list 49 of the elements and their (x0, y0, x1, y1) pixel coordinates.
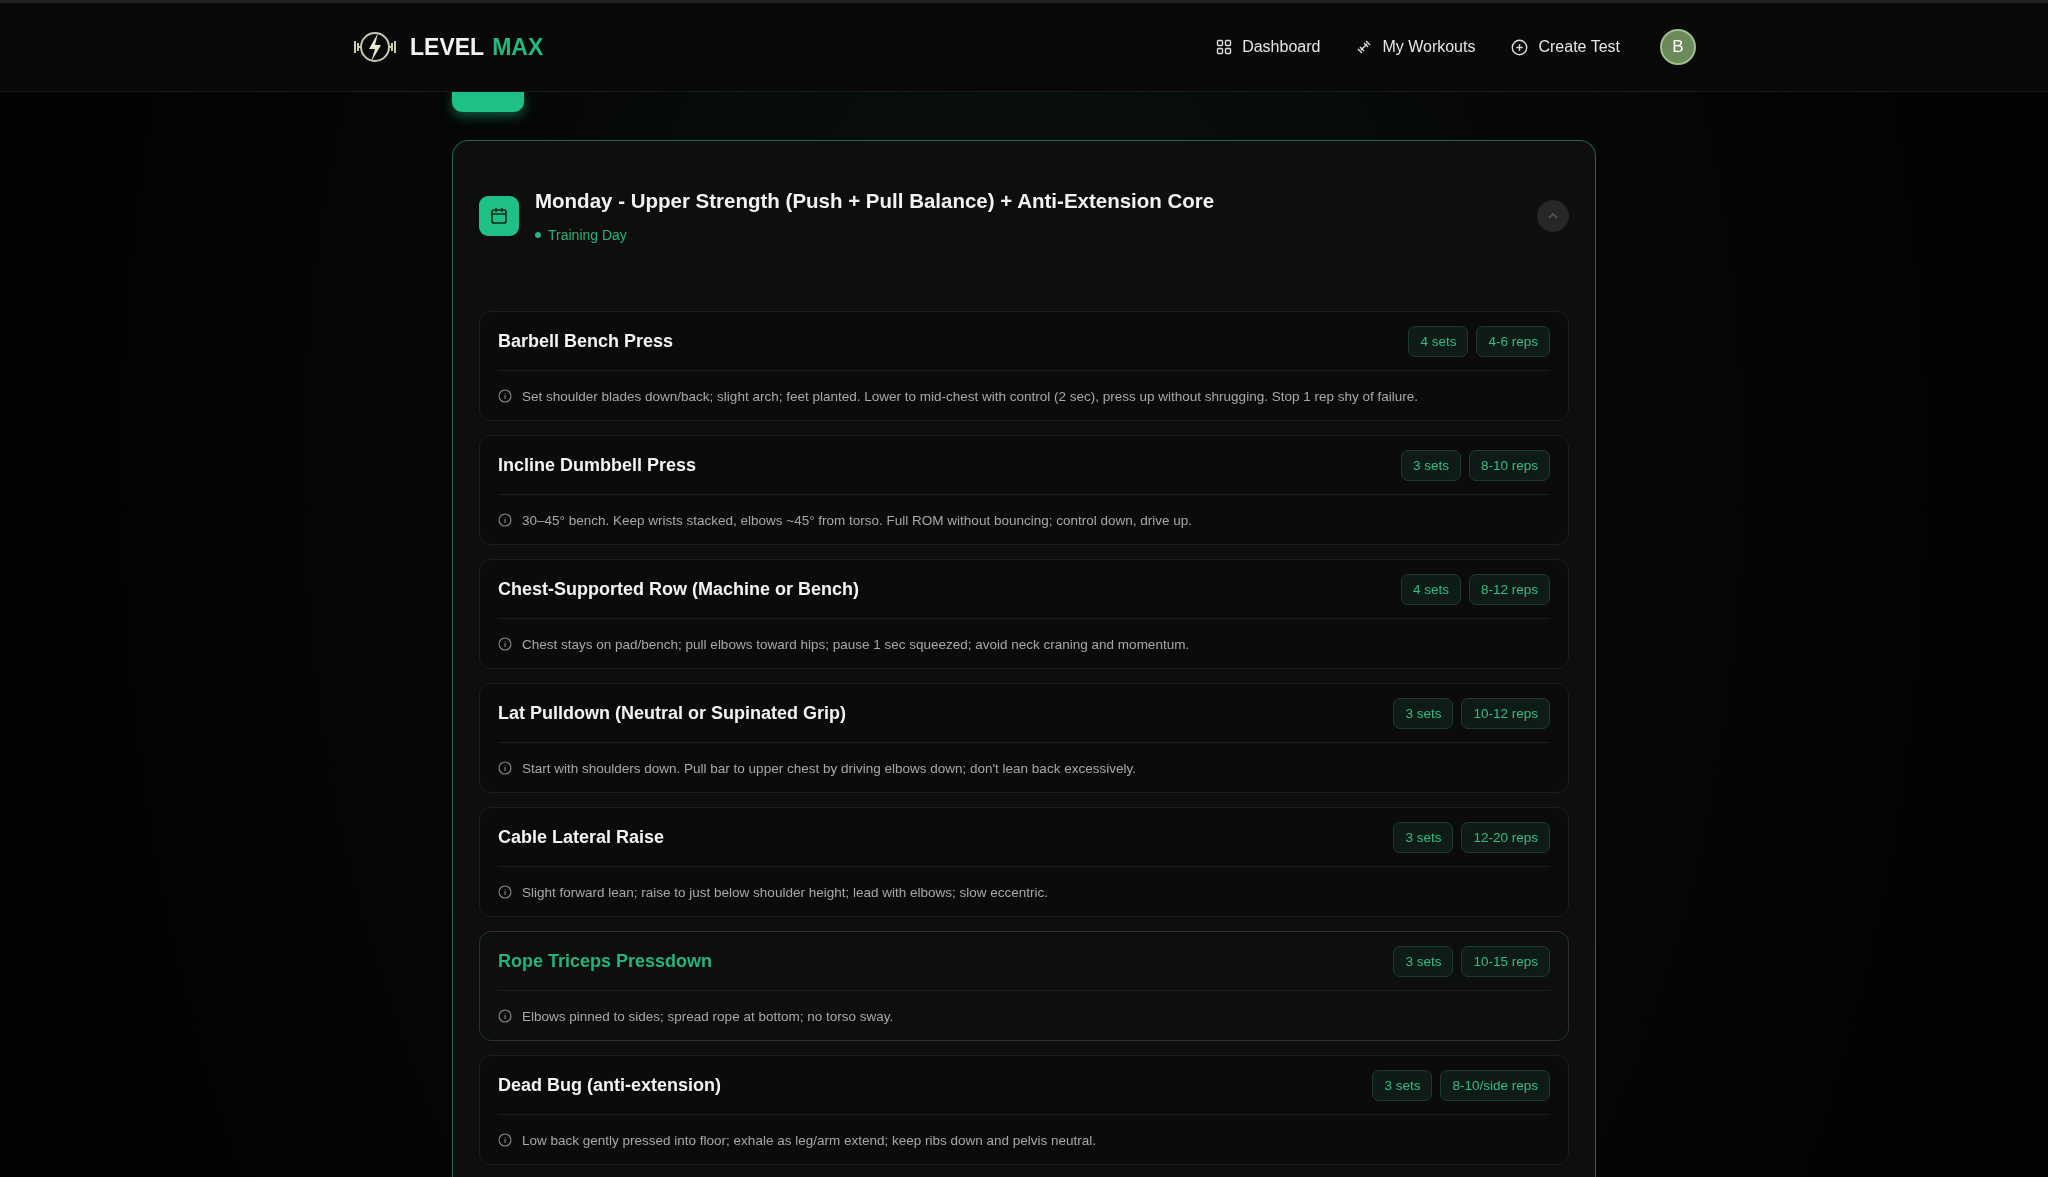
sets-badge: 4 sets (1408, 325, 1469, 357)
info-icon (498, 885, 512, 899)
dumbbell-icon (1356, 39, 1373, 55)
reps-badge: 8-10 reps (1468, 449, 1550, 481)
nav-link[interactable]: Dashboard (1216, 38, 1321, 56)
info-icon (498, 389, 512, 403)
sets-badge: 3 sets (1393, 945, 1454, 977)
nav-link[interactable]: My Workouts (1356, 38, 1476, 56)
info-icon (498, 1133, 512, 1147)
reps-badge: 8-10/side reps (1440, 1069, 1550, 1101)
exercise-name: Incline Dumbbell Press (498, 454, 697, 476)
brand-name: LEVEL (410, 33, 485, 61)
exercise-note: Elbows pinned to sides; spread rope at bottom; no torso sway. (522, 1008, 894, 1024)
exercise-note: Low back gently pressed into floor; exhale as leg/arm extend; keep ribs down and pelvis neutral. (522, 1132, 1097, 1148)
reps-badge: 4-6 reps (1476, 325, 1550, 357)
exercise-note: Set shoulder blades down/back; slight arch; feet planted. Lower to mid-chest with control (2 sec), press up without shrugging. Stop 1 rep shy of failure. (522, 388, 1418, 404)
user-avatar[interactable]: B (1660, 29, 1696, 65)
exercise-note: Chest stays on pad/bench; pull elbows toward hips; pause 1 sec squeezed; avoid neck craning and momentum. (522, 636, 1190, 652)
exercise-name: Chest-Supported Row (Machine or Bench) (498, 578, 859, 600)
sets-badge: 3 sets (1393, 697, 1454, 729)
exercise-note: Start with shoulders down. Pull bar to upper chest by driving elbows down; don't lean back excessively. (522, 760, 1136, 776)
reps-badge: 8-12 reps (1468, 573, 1550, 605)
exercise-name: Lat Pulldown (Neutral or Supinated Grip) (498, 702, 846, 724)
reps-badge: 10-12 reps (1461, 697, 1550, 729)
exercise-note: 30–45° bench. Keep wrists stacked, elbows ~45° from torso. Full ROM without bouncing; control down, drive up. (522, 512, 1192, 528)
brand-accent: MAX (492, 33, 544, 61)
sets-badge: 3 sets (1400, 449, 1461, 481)
plus-circle-icon (1511, 38, 1529, 56)
sets-badge: 3 sets (1393, 821, 1454, 853)
grid-icon (1216, 39, 1233, 55)
nav-link[interactable]: Create Test (1511, 38, 1620, 56)
exercise-name: Cable Lateral Raise (498, 826, 665, 848)
info-icon (498, 513, 512, 527)
calendar-icon (479, 196, 519, 236)
selected-day-tab[interactable] (452, 92, 524, 112)
day-status: Training Day (548, 227, 627, 243)
exercise-note: Slight forward lean; raise to just below shoulder height; lead with elbows; slow eccentric. (522, 884, 1049, 900)
info-icon (498, 761, 512, 775)
sets-badge: 3 sets (1372, 1069, 1433, 1101)
exercise-name: Barbell Bench Press (498, 330, 674, 352)
reps-badge: 12-20 reps (1461, 821, 1550, 853)
day-title: Monday - Upper Strength (Push + Pull Balance) + Anti-Extension Core (535, 189, 1215, 213)
exercise-name: Dead Bug (anti-extension) (498, 1074, 721, 1096)
exercise-name: Rope Triceps Pressdown (498, 950, 713, 972)
status-dot-icon (535, 232, 541, 238)
sets-badge: 4 sets (1400, 573, 1461, 605)
reps-badge: 10-15 reps (1461, 945, 1550, 977)
info-icon (498, 1009, 512, 1023)
info-icon (498, 637, 512, 651)
